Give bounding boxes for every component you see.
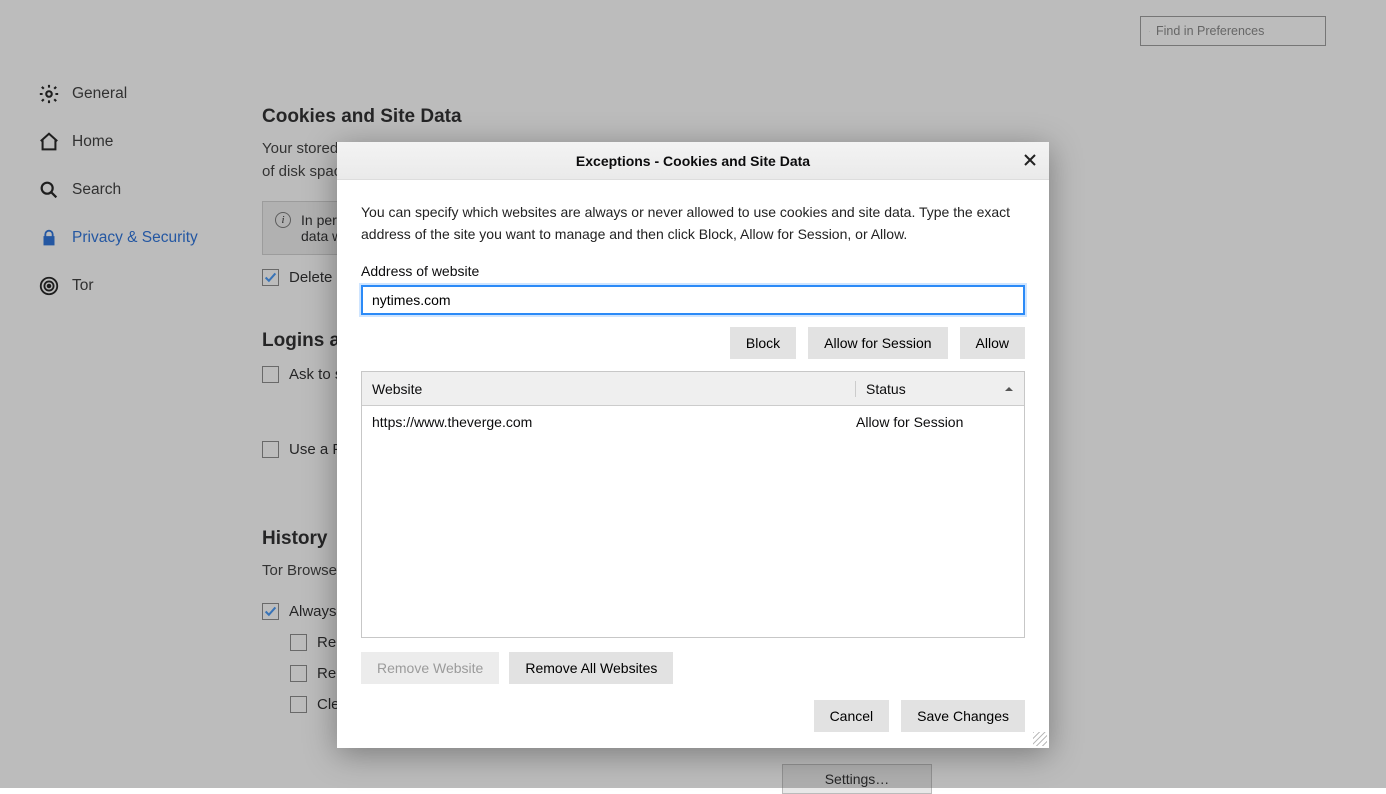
cancel-button[interactable]: Cancel — [814, 700, 890, 732]
resize-grip[interactable] — [1033, 732, 1047, 746]
modal-title: Exceptions - Cookies and Site Data — [576, 153, 810, 169]
block-button[interactable]: Block — [730, 327, 796, 359]
sort-asc-icon — [1004, 381, 1014, 397]
cell-status: Allow for Session — [856, 414, 1014, 430]
table-header-status[interactable]: Status — [856, 381, 1024, 397]
modal-description: You can specify which websites are alway… — [361, 202, 1025, 245]
remove-all-websites-button[interactable]: Remove All Websites — [509, 652, 673, 684]
close-icon — [1023, 153, 1037, 167]
allow-button[interactable]: Allow — [960, 327, 1025, 359]
save-changes-button[interactable]: Save Changes — [901, 700, 1025, 732]
exceptions-modal: Exceptions - Cookies and Site Data You c… — [337, 142, 1049, 748]
address-input[interactable] — [361, 285, 1025, 315]
modal-close-button[interactable] — [1019, 149, 1041, 171]
remove-website-button[interactable]: Remove Website — [361, 652, 499, 684]
address-label: Address of website — [361, 263, 1025, 279]
table-header-website[interactable]: Website — [362, 381, 856, 397]
cell-website: https://www.theverge.com — [372, 414, 856, 430]
allow-for-session-button[interactable]: Allow for Session — [808, 327, 947, 359]
table-row[interactable]: https://www.theverge.com Allow for Sessi… — [362, 406, 1024, 438]
exceptions-table: Website Status https://www.theverge.com … — [361, 371, 1025, 638]
